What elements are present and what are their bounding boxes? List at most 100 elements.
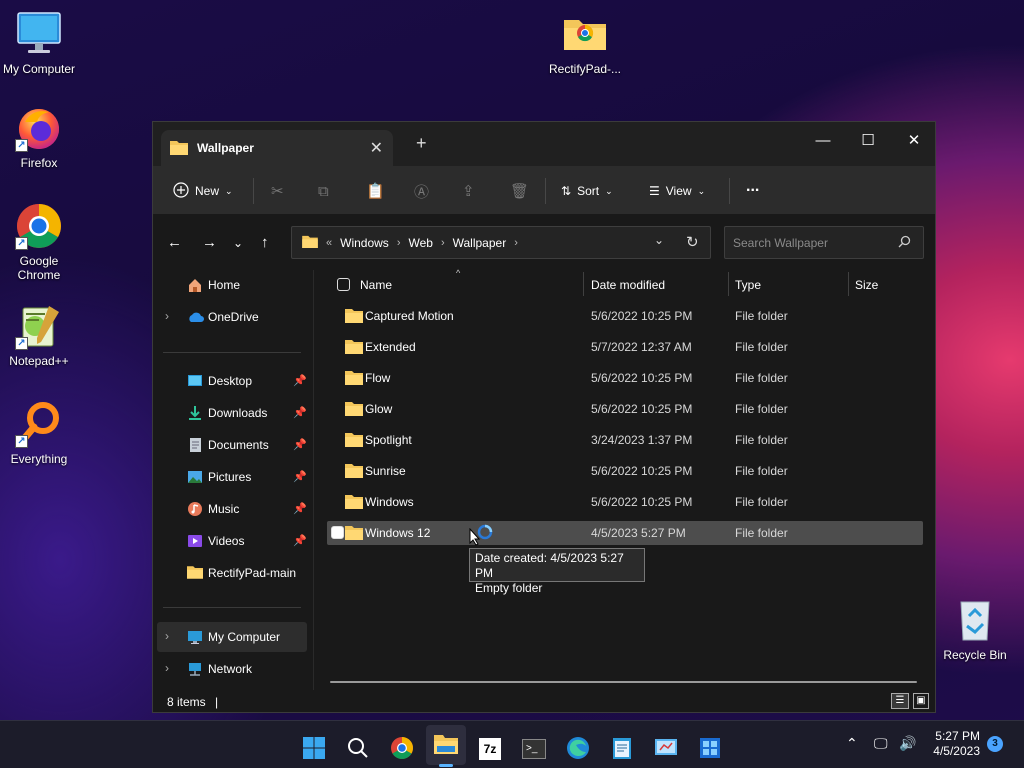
sidebar-item-home[interactable]: Home <box>157 270 307 300</box>
taskbar-edge[interactable] <box>558 729 598 768</box>
windows-logo-icon <box>302 736 326 763</box>
pin-icon[interactable]: 📌 <box>293 374 307 387</box>
column-header-type[interactable]: Type <box>735 278 761 304</box>
list-item[interactable]: Flow 5/6/2022 10:25 PM File folder <box>327 366 923 390</box>
desktop-icon-my-computer[interactable]: My Computer <box>0 10 79 76</box>
maximize-button[interactable]: ☐ <box>845 127 891 155</box>
pin-icon[interactable]: 📌 <box>293 534 307 547</box>
show-hidden-icons-chevron-icon[interactable]: ⌃ <box>846 735 858 752</box>
taskbar-7zip[interactable]: 7z <box>470 729 510 768</box>
chevron-right-icon[interactable]: › <box>441 237 445 249</box>
breadcrumb-wallpaper[interactable]: Wallpaper <box>453 236 507 250</box>
start-button[interactable] <box>294 729 334 768</box>
more-options-button[interactable]: ... <box>746 176 759 198</box>
up-arrow-icon[interactable]: ↑ <box>261 234 269 251</box>
sidebar-item-music[interactable]: Music 📌 <box>157 494 307 524</box>
list-item-hovered[interactable]: Windows 12 4/5/2023 5:27 PM File folder <box>327 521 923 545</box>
tab-wallpaper[interactable]: Wallpaper ✕ <box>161 130 393 166</box>
forward-arrow-icon[interactable]: → <box>202 234 217 251</box>
pin-icon[interactable]: 📌 <box>293 406 307 419</box>
column-divider[interactable] <box>583 272 584 296</box>
address-bar[interactable]: « Windows › Web › Wallpaper › ⌄ ↻ <box>291 226 711 259</box>
desktop-icon-notepadpp[interactable]: ↗ Notepad++ <box>0 302 79 368</box>
breadcrumb-overflow[interactable]: « <box>326 237 332 249</box>
system-clock[interactable]: 5:27 PM 4/5/2023 <box>928 729 980 759</box>
details-view-icon[interactable]: ☰ <box>891 693 909 709</box>
list-item[interactable]: Glow 5/6/2022 10:25 PM File folder <box>327 397 923 421</box>
delete-icon[interactable]: 🗑 <box>510 180 529 202</box>
chevron-right-icon[interactable]: › <box>165 309 169 323</box>
refresh-icon[interactable]: ↻ <box>686 233 699 251</box>
horizontal-scrollbar[interactable] <box>330 681 917 683</box>
minimize-button[interactable]: — <box>800 127 846 155</box>
column-divider[interactable] <box>728 272 729 296</box>
column-header-size[interactable]: Size <box>855 278 878 304</box>
sidebar-item-my-computer[interactable]: › My Computer <box>157 622 307 652</box>
sort-button[interactable]: ⇅ Sort ⌄ <box>561 180 613 202</box>
taskbar-terminal[interactable]: >_ <box>514 729 554 768</box>
view-button[interactable]: ☰ View ⌄ <box>649 180 705 202</box>
desktop-icon-recycle-bin[interactable]: Recycle Bin <box>935 596 1015 662</box>
desktop-icon-firefox[interactable]: ↗ Firefox <box>0 104 79 170</box>
pin-icon[interactable]: 📌 <box>293 438 307 451</box>
item-date: 5/6/2022 10:25 PM <box>591 309 693 323</box>
pin-icon[interactable]: 📌 <box>293 502 307 515</box>
chevron-right-icon[interactable]: › <box>397 237 401 249</box>
taskbar-search-button[interactable] <box>338 729 378 768</box>
taskbar-app[interactable] <box>690 729 730 768</box>
file-list: ^ Name Date modified Type Size Captured … <box>327 268 927 690</box>
new-tab-button[interactable]: + <box>416 133 427 154</box>
share-icon[interactable]: ⇪ <box>462 180 475 202</box>
breadcrumb-windows[interactable]: Windows <box>340 236 389 250</box>
sidebar-item-network[interactable]: › Network <box>157 654 307 684</box>
chevron-right-icon[interactable]: › <box>514 237 518 249</box>
close-tab-icon[interactable]: ✕ <box>370 138 383 158</box>
tiles-view-icon[interactable]: ▣ <box>913 693 929 709</box>
select-all-checkbox[interactable] <box>337 278 350 291</box>
paste-icon[interactable]: 📋 <box>366 180 385 202</box>
list-item[interactable]: Windows 5/6/2022 10:25 PM File folder <box>327 490 923 514</box>
taskbar-file-explorer[interactable] <box>426 725 466 767</box>
desktop-icon-everything[interactable]: ↗ Everything <box>0 400 79 466</box>
cut-icon[interactable]: ✂ <box>271 180 284 202</box>
sidebar-item-onedrive[interactable]: › OneDrive <box>157 302 307 332</box>
back-arrow-icon[interactable]: ← <box>167 234 182 251</box>
sidebar-item-desktop[interactable]: Desktop 📌 <box>157 366 307 396</box>
desktop-icon-rectifypad-zip[interactable]: RectifyPad-... <box>545 10 625 76</box>
taskbar-notepad[interactable] <box>602 729 642 768</box>
search-input[interactable] <box>733 234 893 252</box>
sidebar-item-videos[interactable]: Videos 📌 <box>157 526 307 556</box>
sidebar-item-rectifypad-main[interactable]: RectifyPad-main <box>157 558 307 588</box>
chevron-right-icon[interactable]: › <box>165 629 169 643</box>
sidebar-item-pictures[interactable]: Pictures 📌 <box>157 462 307 492</box>
copy-icon[interactable]: ⧉ <box>318 180 329 202</box>
desktop-icon-chrome[interactable]: ↗ Google Chrome <box>0 202 79 282</box>
address-history-chevron-icon[interactable]: ⌄ <box>654 233 664 247</box>
breadcrumb-web[interactable]: Web <box>408 236 432 250</box>
list-item[interactable]: Sunrise 5/6/2022 10:25 PM File folder <box>327 459 923 483</box>
taskbar-chrome[interactable] <box>382 729 422 768</box>
search-box[interactable] <box>724 226 924 259</box>
pane-splitter[interactable] <box>313 270 314 690</box>
list-item[interactable]: Spotlight 3/24/2023 1:37 PM File folder <box>327 428 923 452</box>
recent-locations-chevron-icon[interactable]: ⌄ <box>233 236 243 250</box>
volume-icon[interactable]: 🔊 <box>899 735 916 752</box>
column-divider[interactable] <box>848 272 849 296</box>
taskbar-control-panel[interactable] <box>646 729 686 768</box>
list-item[interactable]: Captured Motion 5/6/2022 10:25 PM File f… <box>327 304 923 328</box>
column-header-name[interactable]: Name <box>360 278 392 304</box>
rename-icon[interactable]: Ⓐ <box>414 180 429 202</box>
network-status-icon[interactable]: 🖵 <box>874 735 888 752</box>
sidebar-item-documents[interactable]: Documents 📌 <box>157 430 307 460</box>
sidebar-item-downloads[interactable]: Downloads 📌 <box>157 398 307 428</box>
notification-badge[interactable]: 3 <box>987 736 1003 752</box>
pin-icon[interactable]: 📌 <box>293 470 307 483</box>
column-header-date-modified[interactable]: Date modified <box>591 278 665 304</box>
row-checkbox[interactable] <box>331 526 344 539</box>
close-window-button[interactable]: ✕ <box>891 127 937 155</box>
list-item[interactable]: Extended 5/7/2022 12:37 AM File folder <box>327 335 923 359</box>
chevron-right-icon[interactable]: › <box>165 661 169 675</box>
title-bar: Wallpaper ✕ + — ☐ ✕ <box>153 122 935 166</box>
new-button[interactable]: New ⌄ <box>173 180 233 202</box>
search-icon[interactable] <box>898 235 911 251</box>
